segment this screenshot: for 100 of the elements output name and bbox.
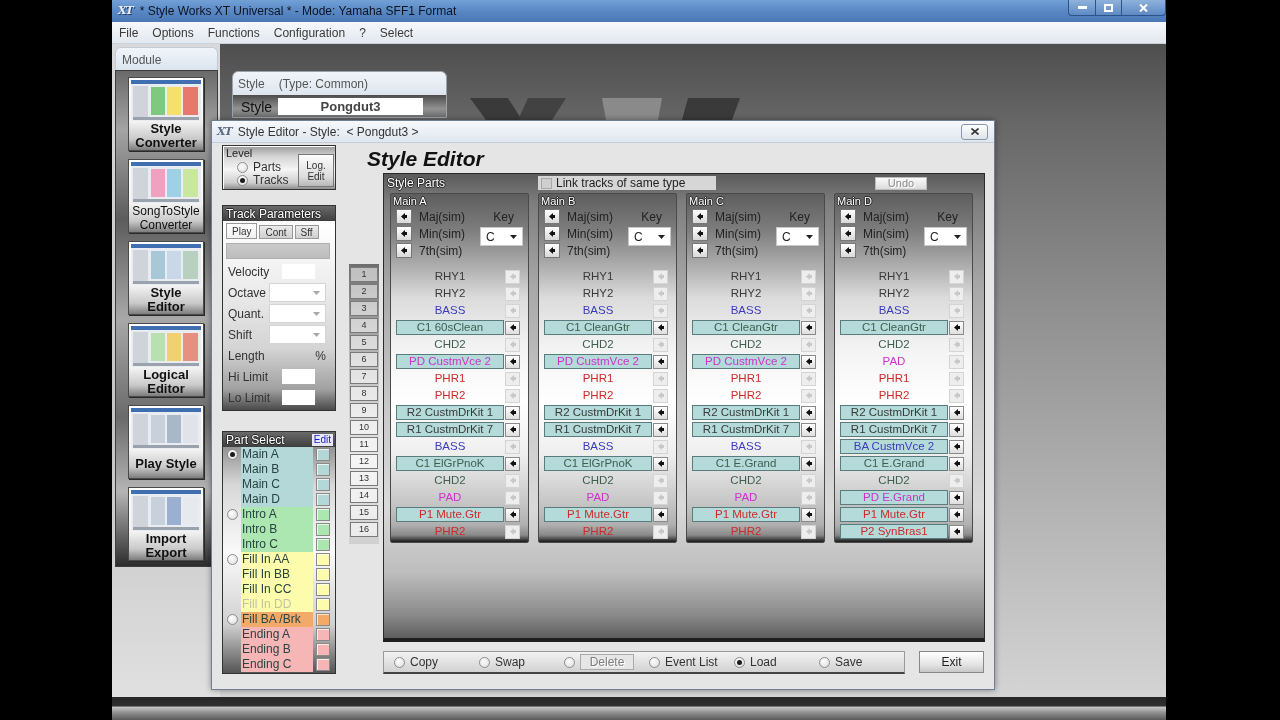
mute-button[interactable] [653,507,668,522]
part-label[interactable]: Ending B [241,642,313,657]
menu-item[interactable]: File [112,22,146,43]
play-button[interactable] [544,226,560,241]
mute-button[interactable] [801,507,816,522]
play-button[interactable] [840,209,856,224]
menu-item[interactable]: Select [372,22,421,43]
mute-button[interactable] [949,524,964,539]
module-button[interactable]: SongToStyle Converter [128,159,204,233]
close-icon [970,128,979,135]
radio-button[interactable] [226,449,238,460]
part-label[interactable]: Intro B [241,522,313,537]
play-button[interactable] [840,226,856,241]
part-label[interactable]: Intro A [241,507,313,522]
dropdown[interactable] [269,304,326,323]
mute-button[interactable] [505,405,520,420]
radio-button[interactable] [734,656,745,668]
part-label[interactable]: Intro C [241,537,313,552]
mute-button[interactable] [653,320,668,335]
dialog-title: Style Editor - Style: < Pongdut3 > [237,124,419,139]
part-label[interactable]: Fill In CC [241,582,313,597]
play-button[interactable] [396,209,412,224]
mute-button[interactable] [505,507,520,522]
mute-button[interactable] [505,456,520,471]
play-button[interactable] [396,226,412,241]
module-button[interactable]: Import Export [128,487,204,561]
menu-item[interactable]: Options [145,22,201,43]
edit-link[interactable]: Edit [311,433,333,446]
part-label[interactable]: Main D [241,492,313,507]
mute-button[interactable] [949,439,964,454]
exit-button[interactable]: Exit [919,651,984,673]
menu-item[interactable]: Functions [200,22,267,43]
play-button[interactable] [692,243,708,258]
dropdown[interactable] [269,325,326,344]
mute-button[interactable] [949,405,964,420]
mute-button[interactable] [801,422,816,437]
mute-button[interactable] [949,320,964,335]
play-button[interactable] [396,243,412,258]
mute-button[interactable] [949,456,964,471]
style-name-field[interactable]: Pongdut3 [278,98,423,115]
module-button[interactable]: Play Style [128,405,204,479]
radio-button[interactable] [237,175,248,186]
mute-button[interactable] [653,422,668,437]
close-button[interactable] [961,123,988,140]
radio-button[interactable] [479,656,490,668]
left-arrow-icon [805,392,812,399]
mute-button[interactable] [801,354,816,369]
radio-button[interactable] [649,656,660,668]
mute-button[interactable] [801,456,816,471]
part-label[interactable]: Ending C [241,657,313,672]
mute-button[interactable] [949,507,964,522]
mute-button[interactable] [949,490,964,505]
field-label: Lo Limit [228,390,271,405]
play-button[interactable] [692,209,708,224]
tab[interactable]: Cont [259,225,293,239]
input-field[interactable] [282,390,315,405]
radio-button[interactable] [226,509,238,520]
mute-button[interactable] [653,456,668,471]
radio-button[interactable] [226,554,238,565]
input-field[interactable] [282,369,315,384]
radio-button[interactable] [819,656,830,668]
part-label[interactable]: Fill In AA [241,552,313,567]
part-label[interactable]: Main C [241,477,313,492]
mute-button[interactable] [801,405,816,420]
mute-button[interactable] [653,354,668,369]
mute-button[interactable] [505,354,520,369]
dropdown[interactable] [269,283,326,302]
key-dropdown[interactable]: C [776,227,819,246]
menu-item[interactable]: ? [352,22,373,43]
checkbox[interactable] [541,177,552,189]
part-label[interactable]: Ending A [241,627,313,642]
play-button[interactable] [544,243,560,258]
play-button[interactable] [692,226,708,241]
log-edit-button[interactable]: Log. Edit [298,154,334,187]
key-dropdown[interactable]: C [480,227,523,246]
module-button[interactable]: Logical Editor [128,323,204,397]
key-dropdown[interactable]: C [924,227,967,246]
play-button[interactable] [544,209,560,224]
module-button[interactable]: Style Editor [128,241,204,315]
radio-button[interactable] [226,614,238,625]
radio-button[interactable] [394,656,405,668]
tab[interactable]: Sff [294,225,319,239]
mute-button[interactable] [505,422,520,437]
part-label[interactable]: Main A [241,447,313,462]
maximize-button[interactable] [1095,0,1122,16]
mute-button[interactable] [801,320,816,335]
mute-button[interactable] [505,320,520,335]
tab[interactable]: Play [226,223,258,239]
part-label[interactable]: Fill In BB [241,567,313,582]
radio-button[interactable] [237,162,248,173]
menu-item[interactable]: Configuration [266,22,353,43]
module-button[interactable]: Style Converter [128,77,204,151]
play-button[interactable] [840,243,856,258]
part-label[interactable]: Fill BA /Brk [241,612,313,627]
part-label[interactable]: Main B [241,462,313,477]
mute-button[interactable] [653,405,668,420]
key-dropdown[interactable]: C [628,227,671,246]
close-button[interactable] [1121,0,1166,16]
minimize-button[interactable] [1068,0,1096,16]
mute-button[interactable] [949,422,964,437]
